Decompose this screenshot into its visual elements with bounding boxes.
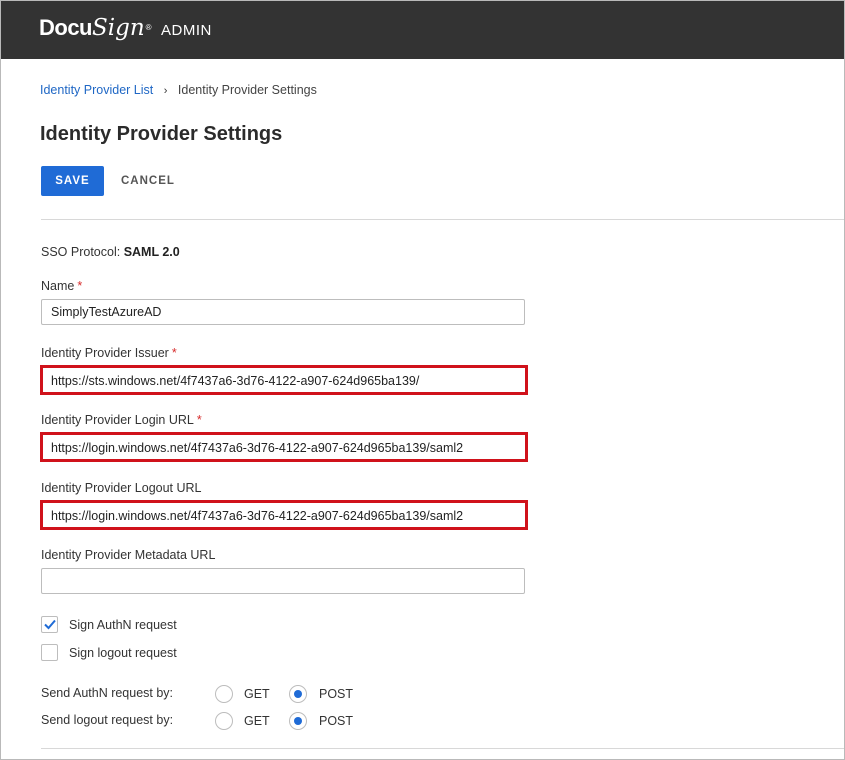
sign-authn-label: Sign AuthN request: [69, 618, 177, 632]
issuer-label-text: Identity Provider Issuer: [41, 346, 169, 360]
footer-divider: [41, 748, 844, 749]
page-title: Identity Provider Settings: [40, 123, 283, 145]
required-asterisk: *: [171, 346, 177, 360]
issuer-input-value: https://sts.windows.net/4f7437a6-3d76-41…: [51, 374, 420, 388]
send-logout-get-label: GET: [244, 714, 270, 728]
login-url-label-text: Identity Provider Login URL: [41, 413, 194, 427]
checkmark-icon: [44, 619, 56, 630]
send-authn-label: Send AuthN request by:: [41, 686, 174, 700]
cancel-button[interactable]: CANCEL: [115, 166, 181, 196]
required-asterisk: *: [196, 413, 202, 427]
issuer-label: Identity Provider Issuer *: [41, 346, 177, 360]
logo-sign-text: Sign: [92, 15, 145, 41]
top-bar: DocuSign® ADMIN: [1, 1, 844, 59]
breadcrumb: Identity Provider List › Identity Provid…: [40, 83, 317, 97]
issuer-input[interactable]: https://sts.windows.net/4f7437a6-3d76-41…: [40, 365, 528, 395]
sso-protocol-value: SAML 2.0: [123, 245, 180, 259]
name-label-text: Name: [41, 279, 75, 293]
required-asterisk: *: [77, 279, 83, 293]
login-url-label: Identity Provider Login URL *: [41, 413, 202, 427]
metadata-url-input[interactable]: [41, 568, 525, 594]
send-logout-get-radio[interactable]: [215, 712, 233, 730]
breadcrumb-chevron-icon: ›: [163, 85, 168, 97]
send-logout-post-label: POST: [319, 714, 354, 728]
sign-logout-label: Sign logout request: [69, 646, 177, 660]
logout-url-label: Identity Provider Logout URL: [41, 481, 202, 495]
sign-authn-checkbox[interactable]: [41, 616, 58, 633]
header-divider: [41, 219, 844, 220]
logout-url-input[interactable]: https://login.windows.net/4f7437a6-3d76-…: [40, 500, 528, 530]
send-logout-post-radio[interactable]: [289, 712, 307, 730]
save-button[interactable]: SAVE: [41, 166, 104, 196]
logout-url-input-value: https://login.windows.net/4f7437a6-3d76-…: [51, 509, 464, 523]
send-logout-label: Send logout request by:: [41, 713, 174, 727]
send-authn-post-radio[interactable]: [289, 685, 307, 703]
breadcrumb-current: Identity Provider Settings: [177, 83, 317, 97]
metadata-url-label-text: Identity Provider Metadata URL: [41, 548, 216, 562]
name-input[interactable]: [41, 299, 525, 325]
sign-logout-checkbox[interactable]: [41, 644, 58, 661]
logo-docu-text: Docu: [39, 15, 93, 40]
sso-protocol: SSO Protocol: SAML 2.0: [41, 245, 180, 259]
admin-label: ADMIN: [161, 22, 212, 39]
sso-protocol-label: SSO Protocol:: [41, 245, 121, 259]
docusign-logo[interactable]: DocuSign®: [39, 15, 152, 41]
login-url-input-value: https://login.windows.net/4f7437a6-3d76-…: [51, 441, 464, 455]
send-authn-get-radio[interactable]: [215, 685, 233, 703]
metadata-url-label: Identity Provider Metadata URL: [41, 548, 215, 562]
login-url-input[interactable]: https://login.windows.net/4f7437a6-3d76-…: [40, 432, 528, 462]
send-authn-get-label: GET: [244, 687, 270, 701]
logout-url-label-text: Identity Provider Logout URL: [41, 481, 202, 495]
logo-registered-mark: ®: [145, 23, 152, 32]
app-window: DocuSign® ADMIN Identity Provider List ›…: [0, 0, 845, 760]
send-authn-post-label: POST: [319, 687, 354, 701]
breadcrumb-identity-provider-list[interactable]: Identity Provider List: [40, 83, 153, 97]
name-label: Name *: [41, 279, 82, 293]
